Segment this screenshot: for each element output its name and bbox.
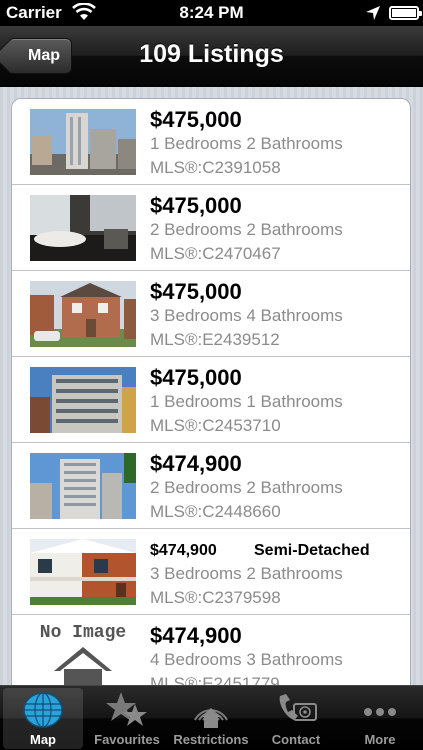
location-arrow-icon bbox=[366, 6, 380, 20]
navigation-bar: Map 109 Listings bbox=[0, 26, 423, 86]
stars-icon bbox=[106, 692, 147, 726]
tab-label: Contact bbox=[271, 732, 321, 747]
house-signal-icon bbox=[194, 708, 228, 728]
status-bar: Carrier 8:24 PM bbox=[0, 0, 423, 26]
tab-bar: Map Favourites Restrictions Contact More bbox=[0, 685, 423, 750]
listing-price: $474,900 bbox=[150, 451, 242, 476]
listing-photo bbox=[30, 539, 136, 605]
listing-price: $475,000 bbox=[150, 107, 242, 132]
listing-row[interactable]: $475,000 3 Bedrooms 4 Bathrooms MLS®:E24… bbox=[12, 271, 410, 357]
tab-label: More bbox=[364, 732, 396, 747]
listing-price: $475,000 bbox=[150, 279, 242, 304]
listing-photo bbox=[30, 281, 136, 347]
listing-price: $475,000 bbox=[150, 365, 242, 390]
no-image-placeholder: No Image bbox=[30, 625, 136, 685]
listing-mls: MLS®:C2470467 bbox=[150, 244, 281, 263]
listing-rooms: 2 Bedrooms 2 Bathrooms bbox=[150, 478, 343, 497]
listing-property-type: Semi-Detached bbox=[254, 542, 370, 559]
tab-contact[interactable]: Contact bbox=[256, 688, 336, 749]
listing-row[interactable]: $474,900 2 Bedrooms 2 Bathrooms MLS®:C24… bbox=[12, 443, 410, 529]
listing-photo bbox=[30, 367, 136, 433]
tab-restrictions[interactable]: Restrictions bbox=[171, 688, 251, 749]
clock: 8:24 PM bbox=[179, 3, 244, 22]
battery-icon bbox=[389, 6, 422, 20]
listing-photo bbox=[30, 195, 136, 261]
back-to-map-button[interactable]: Map bbox=[8, 38, 72, 74]
listing-rooms: 1 Bedrooms 1 Bathrooms bbox=[150, 392, 343, 411]
listing-mls: MLS®:E2451779 bbox=[150, 674, 280, 685]
house-icon bbox=[54, 647, 112, 685]
tab-label: Map bbox=[30, 732, 56, 747]
listing-photo bbox=[30, 453, 136, 519]
listing-row[interactable]: $475,000 1 Bedrooms 1 Bathrooms MLS®:C24… bbox=[12, 357, 410, 443]
listing-row[interactable]: $475,000 1 Bedrooms 2 Bathrooms MLS®:C23… bbox=[12, 99, 410, 185]
listing-photo bbox=[30, 109, 136, 175]
phone-mail-icon bbox=[279, 694, 317, 721]
tab-favourites[interactable]: Favourites bbox=[87, 688, 167, 749]
listing-row[interactable]: No Image $474,900 4 Bedrooms 3 Bathrooms… bbox=[12, 615, 410, 685]
no-image-label: No Image bbox=[39, 625, 127, 643]
tab-label: Favourites bbox=[94, 732, 160, 747]
tab-map[interactable]: Map bbox=[3, 688, 83, 749]
listing-mls: MLS®:C2448660 bbox=[150, 502, 281, 521]
listing-mls: MLS®:C2379598 bbox=[150, 588, 281, 607]
listing-row[interactable]: $474,900 Semi-Detached 3 Bedrooms 2 Bath… bbox=[12, 529, 410, 615]
listings-scroll-area[interactable]: $475,000 1 Bedrooms 2 Bathrooms MLS®:C23… bbox=[0, 87, 423, 685]
listing-mls: MLS®:C2391058 bbox=[150, 158, 281, 177]
listing-price: $475,000 bbox=[150, 193, 242, 218]
tab-more[interactable]: More bbox=[340, 688, 420, 749]
listing-price: $474,900 bbox=[150, 542, 217, 559]
listing-rooms: 3 Bedrooms 4 Bathrooms bbox=[150, 306, 343, 325]
listing-rooms: 1 Bedrooms 2 Bathrooms bbox=[150, 134, 343, 153]
listing-mls: MLS®:C2453710 bbox=[150, 416, 281, 435]
listing-mls: MLS®:E2439512 bbox=[150, 330, 280, 349]
globe-icon bbox=[23, 692, 63, 728]
listing-rooms: 2 Bedrooms 2 Bathrooms bbox=[150, 220, 343, 239]
listing-price: $474,900 bbox=[150, 623, 242, 648]
tab-label: Restrictions bbox=[173, 732, 249, 747]
listing-rooms: 3 Bedrooms 2 Bathrooms bbox=[150, 564, 343, 583]
listing-row[interactable]: $475,000 2 Bedrooms 2 Bathrooms MLS®:C24… bbox=[12, 185, 410, 271]
listings-table: $475,000 1 Bedrooms 2 Bathrooms MLS®:C23… bbox=[11, 98, 411, 685]
listing-rooms: 4 Bedrooms 3 Bathrooms bbox=[150, 650, 343, 669]
more-dots-icon bbox=[364, 708, 396, 716]
